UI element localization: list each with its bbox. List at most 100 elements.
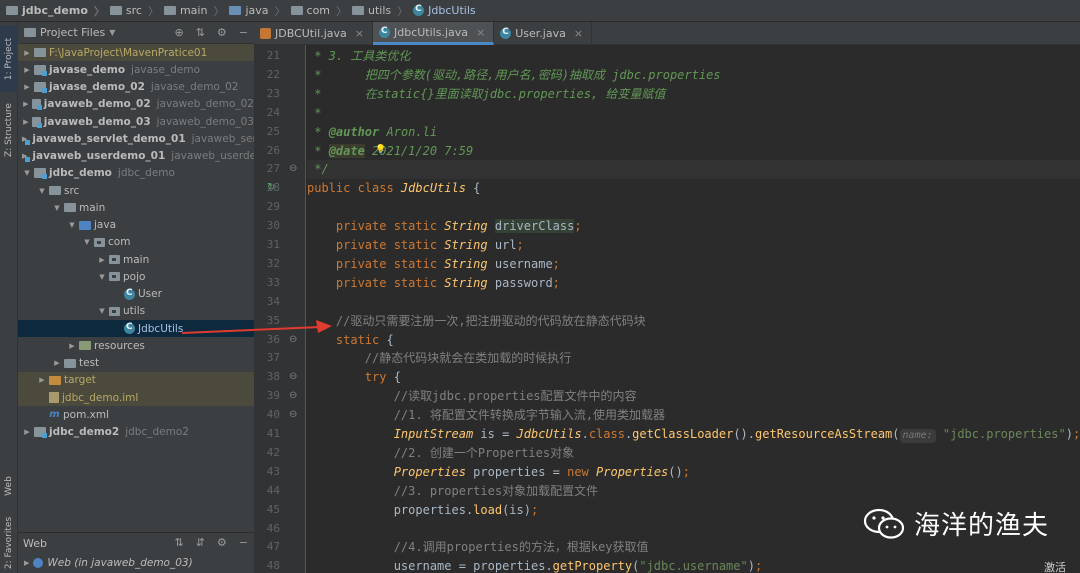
favorites-tool-tab[interactable]: 2: Favorites (0, 512, 18, 573)
tree-item[interactable]: ▶ javaweb_demo_02 javaweb_demo_02 (18, 96, 254, 113)
chevron-down-icon[interactable]: ▼ (109, 28, 115, 37)
chevron-down-icon[interactable]: ▼ (97, 273, 107, 281)
project-tool-tab[interactable]: 1: Project (0, 26, 18, 92)
code-line[interactable]: private static String username; (307, 255, 1080, 274)
hide-icon[interactable]: − (239, 26, 248, 39)
close-icon[interactable]: × (476, 26, 485, 39)
run-gutter-icon[interactable]: ↻ (267, 182, 275, 193)
code-line[interactable]: private static String driverClass; (307, 217, 1080, 236)
tree-item[interactable]: ▶ javase_demo javase_demo (18, 61, 254, 78)
breadcrumb-item[interactable]: main 〉 (163, 3, 229, 19)
chevron-right-icon[interactable]: ▶ (22, 428, 32, 436)
code-line[interactable]: private static String url; (307, 236, 1080, 255)
web-facet-item[interactable]: ▶ Web (in javaweb_demo_03) (18, 553, 254, 573)
fold-icon[interactable]: ⊖ (289, 371, 297, 382)
code-line[interactable]: * 把四个参数(驱动,路径,用户名,密码)抽取成 jdbc.properties (307, 66, 1080, 85)
tree-item[interactable]: ▶ javase_demo_02 javase_demo_02 (18, 79, 254, 96)
code-line[interactable]: //静态代码块就会在类加载的时候执行 (307, 349, 1080, 368)
chevron-right-icon[interactable]: ▶ (22, 118, 30, 126)
code-line[interactable]: //3. properties对象加载配置文件 (307, 482, 1080, 501)
fold-icon[interactable]: ⊖ (289, 409, 297, 420)
tree-item[interactable]: ▶javaweb_userdemo_01javaweb_userdem (18, 148, 254, 165)
breadcrumb-item[interactable]: java 〉 (229, 3, 290, 19)
expand-icon[interactable]: ⇅ (174, 536, 183, 549)
chevron-down-icon[interactable]: ▼ (52, 204, 62, 212)
intention-bulb-icon[interactable]: 💡 (375, 145, 386, 155)
code-line[interactable]: * 在static{}里面读取jdbc.properties, 给变量赋值 (307, 85, 1080, 104)
fold-icon[interactable]: ⊖ (289, 390, 297, 401)
chevron-right-icon[interactable]: ▶ (67, 342, 77, 350)
hide-icon[interactable]: − (239, 536, 248, 549)
chevron-right-icon[interactable]: ▶ (97, 256, 107, 264)
tree-item[interactable]: ▼ jdbc_demo jdbc_demo (18, 165, 254, 182)
chevron-right-icon[interactable]: ▶ (22, 83, 32, 91)
gear-icon[interactable]: ⚙ (217, 26, 227, 39)
tree-item[interactable]: ▼ src (18, 182, 254, 199)
close-icon[interactable]: × (574, 27, 583, 40)
code-line[interactable] (307, 198, 1080, 217)
breadcrumb-item[interactable]: utils 〉 (352, 3, 413, 19)
code-line[interactable]: //1. 将配置文件转换成字节输入流,使用类加载器 (307, 406, 1080, 425)
chevron-down-icon[interactable]: ▼ (97, 307, 107, 315)
tree-item[interactable]: ▶ jdbc_demo2 jdbc_demo2 (18, 424, 254, 441)
tree-item[interactable]: ▶ target (18, 371, 254, 389)
tree-item[interactable]: JdbcUtils (18, 320, 254, 338)
chevron-right-icon[interactable]: ▶ (22, 66, 32, 74)
chevron-down-icon[interactable]: ▼ (82, 238, 92, 246)
code-line[interactable]: Properties properties = new Properties()… (307, 463, 1080, 482)
tree-item[interactable]: m pom.xml (18, 406, 254, 423)
fold-icon[interactable]: ⊖ (289, 334, 297, 345)
chevron-right-icon[interactable]: ▶ (52, 359, 62, 367)
breadcrumb-item[interactable]: JdbcUtils (413, 4, 476, 17)
chevron-right-icon[interactable]: ▶ (22, 100, 30, 108)
web-tool-tab[interactable]: Web (0, 468, 18, 504)
editor-tab[interactable]: User.java × (494, 22, 593, 45)
tree-item[interactable]: ▼ pojo (18, 268, 254, 285)
code-line[interactable]: * @date 2021/1/20 7:59 (307, 142, 1080, 161)
editor-tab[interactable]: JDBCUtil.java × (254, 22, 373, 45)
chevron-down-icon[interactable]: ▼ (22, 169, 32, 177)
breadcrumb-item[interactable]: jdbc_demo 〉 (6, 3, 110, 19)
collapse-icon[interactable]: ⇵ (196, 536, 205, 549)
tree-item[interactable]: ▼ utils (18, 303, 254, 320)
tree-item[interactable]: User (18, 286, 254, 303)
code-line[interactable]: private static String password; (307, 274, 1080, 293)
code-line[interactable] (307, 293, 1080, 312)
chevron-right-icon[interactable]: ▶ (22, 49, 32, 57)
project-view-selector[interactable]: Project Files (40, 26, 105, 39)
tree-item[interactable]: ▼ main (18, 199, 254, 216)
code-line[interactable]: //读取jdbc.properties配置文件中的内容 (307, 387, 1080, 406)
gear-icon[interactable]: ⚙ (217, 536, 227, 549)
tree-item[interactable]: ▶ javaweb_demo_03 javaweb_demo_03 (18, 113, 254, 130)
tree-item[interactable]: ▶ resources (18, 337, 254, 354)
code-line[interactable]: * 3. 工具类优化 (307, 47, 1080, 66)
code-line[interactable]: //2. 创建一个Properties对象 (307, 444, 1080, 463)
code-editor[interactable]: * 3. 工具类优化 * 把四个参数(驱动,路径,用户名,密码)抽取成 jdbc… (307, 45, 1080, 573)
locate-icon[interactable]: ⊕ (174, 26, 183, 39)
code-line[interactable]: username = properties.getProperty("jdbc.… (307, 557, 1080, 573)
tree-item[interactable]: jdbc_demo.iml (18, 389, 254, 407)
collapse-icon[interactable]: ⇅ (196, 26, 205, 39)
structure-tool-tab[interactable]: Z: Structure (0, 94, 18, 166)
tree-item[interactable]: ▶javaweb_servlet_demo_01javaweb_servle (18, 130, 254, 147)
chevron-down-icon[interactable]: ▼ (37, 187, 47, 195)
fold-icon[interactable]: ⊖ (289, 163, 297, 174)
chevron-right-icon[interactable]: ▶ (24, 559, 29, 567)
breadcrumb-item[interactable]: src 〉 (109, 3, 164, 19)
code-line[interactable]: try { (307, 368, 1080, 387)
tree-item[interactable]: ▼ java (18, 217, 254, 234)
editor-tab[interactable]: JdbcUtils.java × (373, 22, 495, 45)
breadcrumb-item[interactable]: com 〉 (290, 3, 353, 19)
chevron-right-icon[interactable]: ▶ (37, 376, 47, 384)
code-line[interactable]: static { (307, 331, 1080, 350)
tree-item[interactable]: ▶ test (18, 355, 254, 372)
tree-item[interactable]: ▶ F:\JavaProject\MavenPratice01 (18, 44, 254, 62)
chevron-down-icon[interactable]: ▼ (67, 221, 77, 229)
code-line[interactable]: InputStream is = JdbcUtils.class.getClas… (307, 425, 1080, 444)
code-line[interactable]: * @author Aron.li (307, 123, 1080, 142)
code-line[interactable]: * (307, 104, 1080, 123)
code-line[interactable]: //驱动只需要注册一次,把注册驱动的代码放在静态代码块 (307, 312, 1080, 331)
code-line[interactable]: public class JdbcUtils { (307, 179, 1080, 198)
close-icon[interactable]: × (355, 27, 364, 40)
tree-item[interactable]: ▼ com (18, 234, 254, 251)
